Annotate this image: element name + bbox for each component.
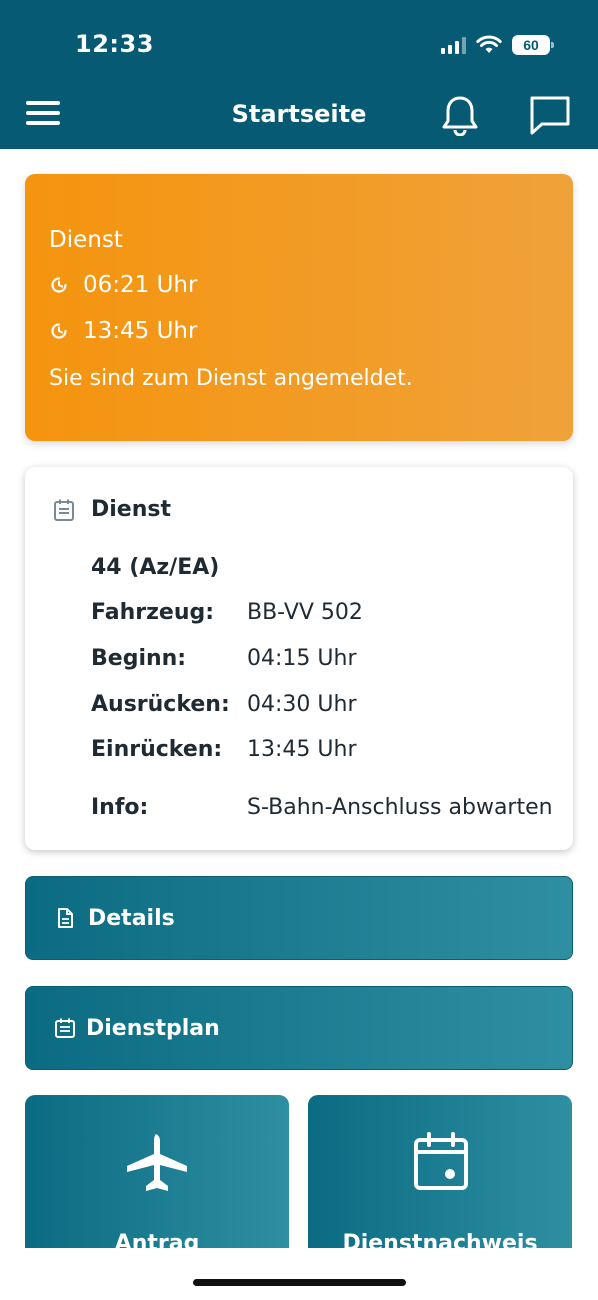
- details-label: Details: [88, 905, 175, 931]
- duty-value: BB-VV 502: [247, 600, 363, 625]
- home-indicator[interactable]: [193, 1279, 406, 1286]
- duty-card-header: Dienst: [53, 497, 171, 522]
- calendar-icon: [55, 1018, 75, 1038]
- bottom-safe-area: [0, 1248, 598, 1300]
- duty-label: Einrücken:: [91, 737, 223, 762]
- clock-icon: [51, 277, 67, 293]
- duty-label: Info:: [91, 795, 149, 820]
- duty-row-return: Einrücken: 13:45 Uhr: [91, 737, 356, 762]
- antrag-tile[interactable]: Antrag: [25, 1095, 289, 1248]
- duty-row-begin: Beginn: 04:15 Uhr: [91, 646, 356, 671]
- dienstplan-button[interactable]: Dienstplan: [25, 986, 573, 1070]
- cellular-signal-icon: [441, 36, 466, 54]
- notifications-button[interactable]: [440, 94, 480, 137]
- dienstnachweis-label: Dienstnachweis: [342, 1231, 538, 1248]
- duty-row-depart: Ausrücken: 04:30 Uhr: [91, 692, 356, 717]
- battery-icon: 60: [512, 35, 554, 55]
- duty-row-vehicle: Fahrzeug: BB-VV 502: [91, 600, 363, 625]
- document-icon: [58, 908, 73, 928]
- details-button[interactable]: Details: [25, 876, 573, 960]
- duty-status-card: Dienst 06:21 Uhr 13:45 Uhr Sie sind zum …: [25, 174, 573, 441]
- dienstnachweis-tile[interactable]: Dienstnachweis: [308, 1095, 572, 1248]
- duty-info-card: Dienst 44 (Az/EA) Fahrzeug: BB-VV 502 Beg…: [25, 467, 573, 850]
- duty-row-info: Info: S-Bahn-Anschluss abwarten: [91, 795, 553, 820]
- status-time: 12:33: [75, 30, 154, 58]
- calendar-event-icon: [414, 1132, 468, 1190]
- duty-card-title: Dienst: [91, 497, 171, 522]
- top-bar: 12:33 60 Startseite: [0, 0, 598, 149]
- antrag-label: Antrag: [114, 1231, 200, 1248]
- status-icons: 60: [441, 32, 554, 58]
- duty-code: 44 (Az/EA): [91, 555, 220, 580]
- alert-start-row: 06:21 Uhr: [49, 272, 197, 298]
- alert-end-time: 13:45 Uhr: [83, 318, 198, 344]
- duty-label: Beginn:: [91, 646, 187, 671]
- alert-title: Dienst: [49, 227, 123, 253]
- clock-icon: [51, 323, 67, 339]
- chat-icon: [530, 96, 570, 135]
- alert-message: Sie sind zum Dienst angemeldet.: [49, 366, 413, 391]
- duty-value: 13:45 Uhr: [247, 737, 357, 762]
- calendar-icon: [54, 499, 74, 521]
- dienstplan-label: Dienstplan: [86, 1015, 220, 1041]
- alert-end-row: 13:45 Uhr: [49, 318, 197, 344]
- duty-value: 04:30 Uhr: [247, 692, 357, 717]
- bell-icon: [442, 96, 478, 137]
- wifi-icon: [476, 35, 502, 53]
- duty-label: Fahrzeug:: [91, 600, 215, 625]
- page-title: Startseite: [231, 100, 367, 128]
- duty-value: S-Bahn-Anschluss abwarten: [247, 795, 553, 820]
- duty-label: Ausrücken:: [91, 692, 230, 717]
- alert-start-time: 06:21 Uhr: [83, 272, 198, 298]
- airplane-icon: [127, 1134, 187, 1191]
- messages-button[interactable]: [528, 94, 572, 136]
- duty-value: 04:15 Uhr: [247, 646, 357, 671]
